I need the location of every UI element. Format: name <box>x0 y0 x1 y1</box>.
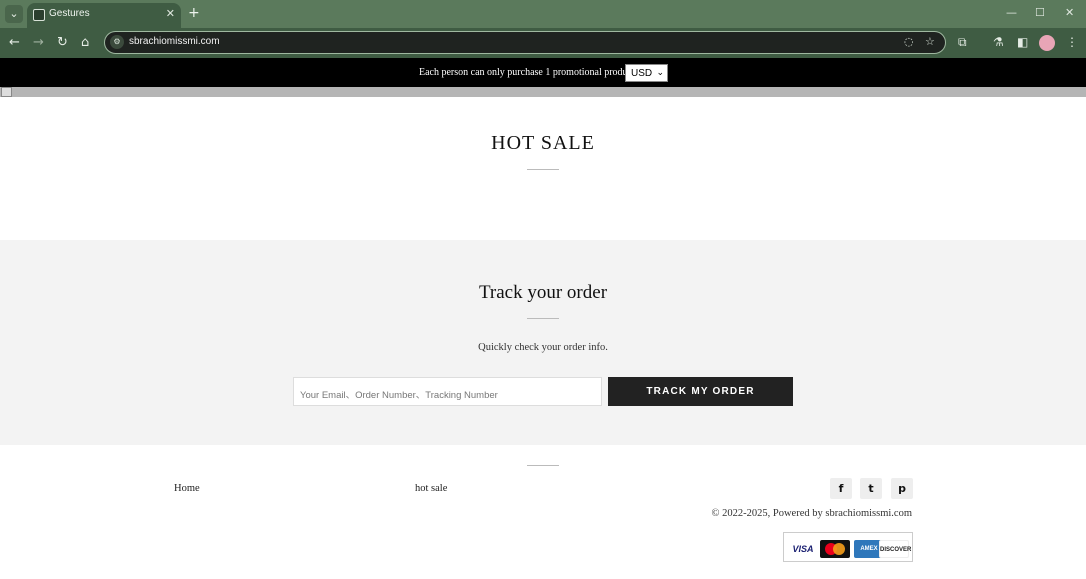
url-text[interactable]: sbrachiomissmi.com <box>129 36 220 47</box>
reload-icon[interactable]: ↻ <box>57 35 68 50</box>
announcement-bar: Each person can only purchase 1 promotio… <box>0 58 1086 87</box>
payment-methods: VISA AMEX DISCOVER <box>783 532 913 562</box>
flask-icon[interactable]: ⚗ <box>993 35 1004 49</box>
visa-icon: VISA <box>788 540 818 558</box>
copyright-text: © 2022-2025, Powered by sbrachiomissmi.c… <box>711 508 912 519</box>
twitter-icon[interactable]: t <box>860 478 882 499</box>
chevron-down-icon: ⌄ <box>656 67 664 77</box>
tab-title: Gestures <box>49 8 90 19</box>
section-title-hot-sale: HOT SALE <box>491 132 595 154</box>
kebab-menu-icon[interactable]: ⋮ <box>1066 35 1078 49</box>
home-icon[interactable]: ⌂ <box>81 35 89 50</box>
minimize-icon[interactable]: — <box>1006 6 1017 19</box>
eye-off-icon[interactable]: ◌ <box>904 35 914 48</box>
currency-value: USD <box>631 68 653 79</box>
arrow-left-icon[interactable]: ← <box>9 35 20 50</box>
site-favicon-icon <box>33 9 45 21</box>
track-order-subtitle: Quickly check your order info. <box>478 342 608 353</box>
mastercard-icon <box>820 540 850 558</box>
discover-icon: DISCOVER <box>879 540 911 558</box>
announcement-text: Each person can only purchase 1 promotio… <box>419 67 639 78</box>
banner-image <box>0 87 1086 97</box>
track-order-section: Track your order Quickly check your orde… <box>0 240 1086 445</box>
close-icon[interactable]: ✕ <box>166 7 175 20</box>
maximize-icon[interactable]: ☐ <box>1035 6 1045 19</box>
currency-select[interactable]: USD ⌄ <box>625 64 668 82</box>
plus-icon[interactable]: + <box>188 5 200 21</box>
title-divider <box>527 318 559 319</box>
facebook-icon[interactable]: f <box>830 478 852 499</box>
site-info-icon[interactable]: ⚙ <box>110 35 124 49</box>
track-my-order-button[interactable]: TRACK MY ORDER <box>608 377 793 406</box>
browser-toolbar: ← → ↻ ⌂ ⚙ sbrachiomissmi.com ◌ ☆ ⧉ ⚗ ◧ ⋮ <box>0 28 1086 58</box>
browser-tab-bar: ⌄ Gestures ✕ + — ☐ ✕ <box>0 0 1086 28</box>
pinterest-icon[interactable]: p <box>891 478 913 499</box>
chevron-down-icon[interactable]: ⌄ <box>5 5 23 23</box>
browser-tab[interactable]: Gestures ✕ <box>27 3 181 28</box>
footer-divider <box>527 465 559 466</box>
broken-image-icon <box>1 87 12 97</box>
address-bar[interactable]: ⚙ sbrachiomissmi.com ◌ ☆ <box>104 31 946 54</box>
close-window-icon[interactable]: ✕ <box>1065 6 1074 19</box>
arrow-right-icon[interactable]: → <box>33 35 44 50</box>
star-icon[interactable]: ☆ <box>925 35 935 48</box>
tracking-input[interactable]: Your Email、Order Number、Tracking Number <box>293 377 602 406</box>
footer-link-home[interactable]: Home <box>174 483 200 494</box>
title-divider <box>527 169 559 170</box>
side-panel-icon[interactable]: ◧ <box>1017 35 1028 49</box>
avatar[interactable] <box>1039 35 1055 51</box>
puzzle-icon[interactable]: ⧉ <box>958 35 967 50</box>
footer-link-hot-sale[interactable]: hot sale <box>415 483 447 494</box>
track-order-title: Track your order <box>478 282 608 303</box>
